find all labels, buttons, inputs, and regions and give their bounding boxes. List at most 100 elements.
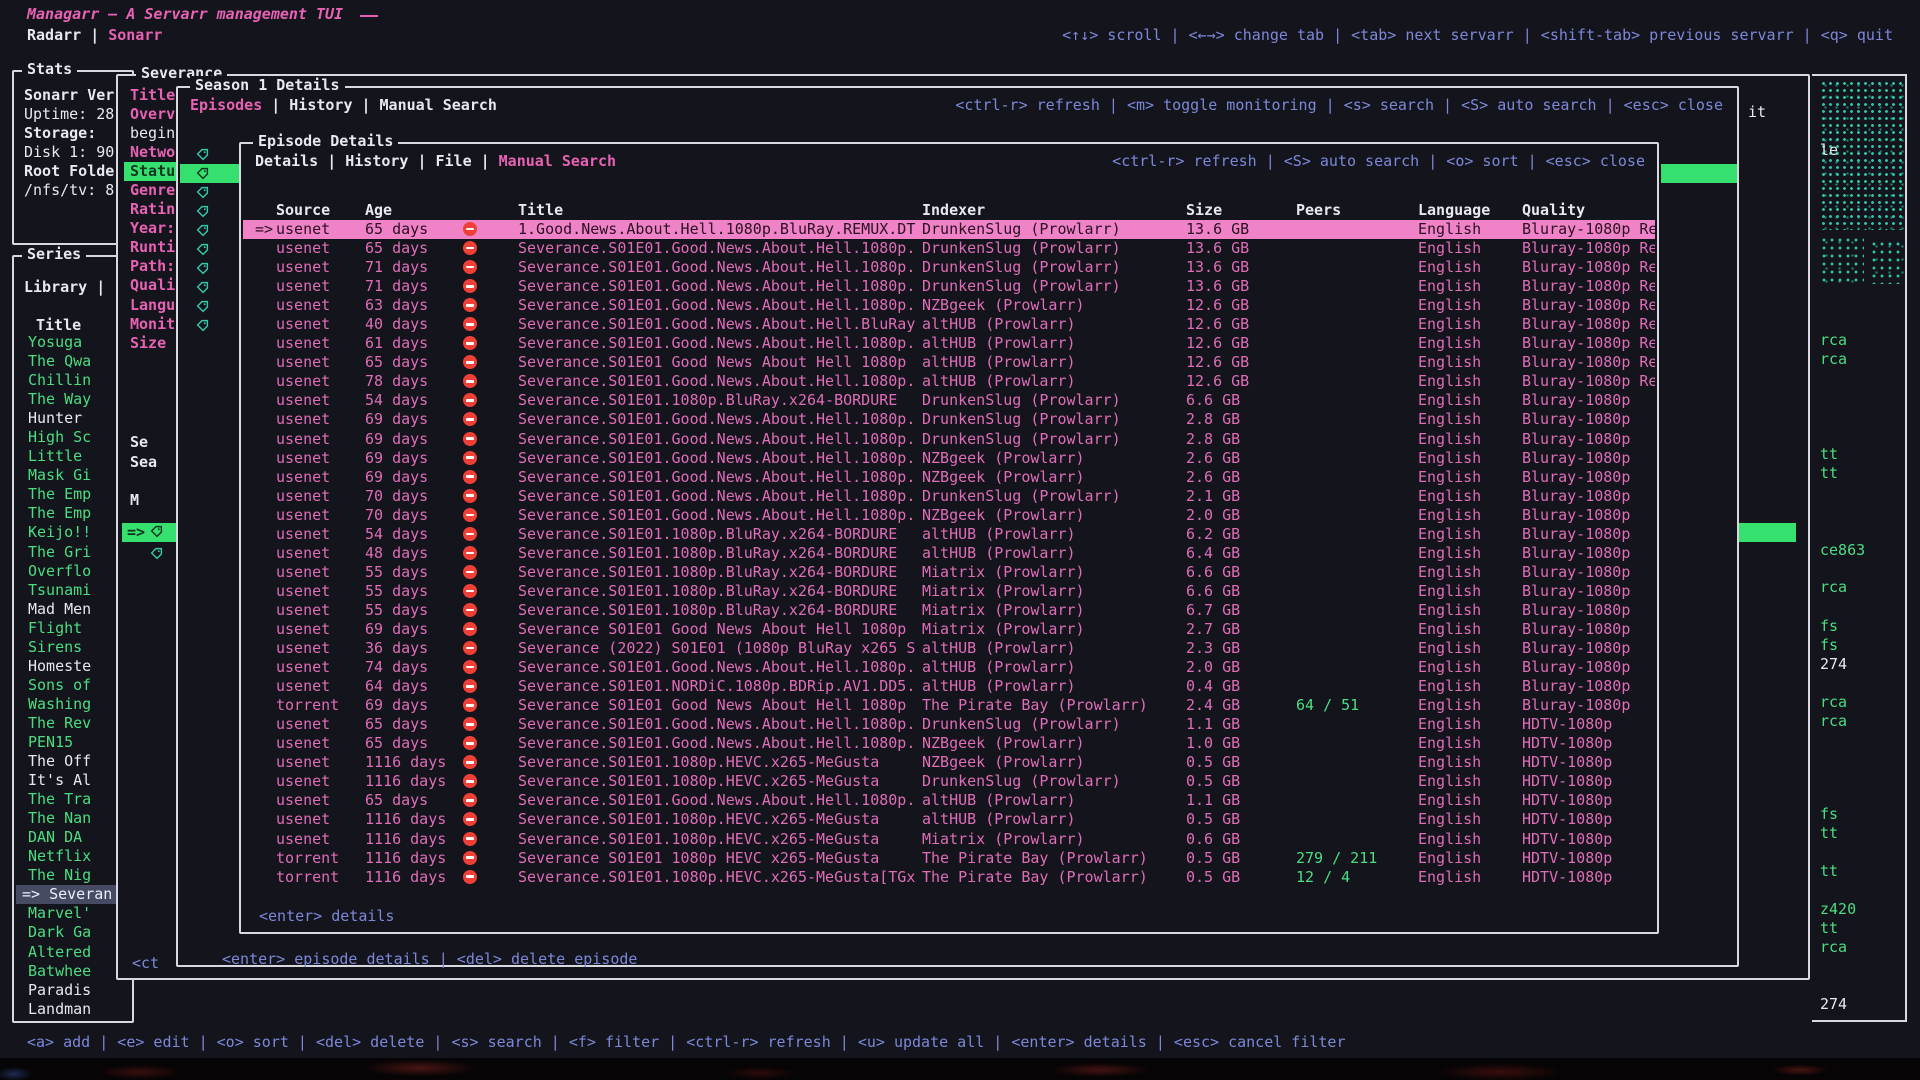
series-list-item[interactable]: Flight bbox=[16, 619, 130, 638]
series-list-item[interactable]: It's Al bbox=[16, 771, 130, 790]
series-list-item[interactable]: Marvel' bbox=[16, 904, 130, 923]
series-list-item[interactable]: The Nig bbox=[16, 866, 130, 885]
series-list-item[interactable]: Batwhee bbox=[16, 962, 130, 981]
series-list-item[interactable]: The Emp bbox=[16, 485, 130, 504]
episode-tab-file[interactable]: File bbox=[436, 152, 472, 171]
series-list-item[interactable]: DAN DA bbox=[16, 828, 130, 847]
season-tab-episodes[interactable]: Episodes bbox=[190, 96, 262, 115]
release-row[interactable]: usenet78 daysSeverance.S01E01.Good.News.… bbox=[243, 372, 1655, 391]
series-list-item[interactable]: The Nan bbox=[16, 809, 130, 828]
cell-size: 6.7 GB bbox=[1186, 601, 1296, 620]
episode-monitor-toggle-icon[interactable] bbox=[180, 316, 239, 335]
release-row[interactable]: usenet55 daysSeverance.S01E01.1080p.BluR… bbox=[243, 563, 1655, 582]
series-list-item[interactable]: Paradis bbox=[16, 981, 130, 1000]
episode-monitor-toggle-icon[interactable] bbox=[180, 240, 239, 259]
series-list-item[interactable]: Mask Gi bbox=[16, 466, 130, 485]
series-list-item[interactable]: Overflo bbox=[16, 562, 130, 581]
release-row[interactable]: usenet36 daysSeverance (2022) S01E01 (10… bbox=[243, 639, 1655, 658]
series-list-item[interactable]: Netflix bbox=[16, 847, 130, 866]
series-list-item[interactable]: The Rev bbox=[16, 714, 130, 733]
selected-season-row[interactable]: => bbox=[122, 523, 180, 542]
release-row[interactable]: usenet65 daysSeverance.S01E01.Good.News.… bbox=[243, 734, 1655, 753]
release-row[interactable]: usenet54 daysSeverance.S01E01.1080p.BluR… bbox=[243, 391, 1655, 410]
series-list-item[interactable]: The Off bbox=[16, 752, 130, 771]
series-list-item[interactable]: Altered bbox=[16, 943, 130, 962]
release-row[interactable]: usenet64 daysSeverance.S01E01.NORDiC.108… bbox=[243, 677, 1655, 696]
series-list-item[interactable]: Sons of bbox=[16, 676, 130, 695]
series-list-item[interactable]: The Tra bbox=[16, 790, 130, 809]
episode-monitor-toggle-icon[interactable] bbox=[180, 297, 239, 316]
series-list-item[interactable]: Sirens bbox=[16, 638, 130, 657]
episode-monitor-toggle-icon[interactable] bbox=[180, 164, 239, 183]
servarr-tab-radarr[interactable]: Radarr bbox=[27, 26, 81, 45]
release-row[interactable]: usenet71 daysSeverance.S01E01.Good.News.… bbox=[243, 277, 1655, 296]
episode-monitor-toggle-icon[interactable] bbox=[180, 278, 239, 297]
cell-source: usenet bbox=[276, 506, 365, 525]
series-list-item[interactable]: The Gri bbox=[16, 543, 130, 562]
release-row[interactable]: usenet71 daysSeverance.S01E01.Good.News.… bbox=[243, 258, 1655, 277]
episode-monitor-toggle-icon[interactable] bbox=[180, 259, 239, 278]
release-row[interactable]: =>usenet65 days1.Good.News.About.Hell.10… bbox=[243, 220, 1655, 239]
cell-title: Severance.S01E01.Good.News.About.Hell.10… bbox=[518, 487, 922, 506]
release-row[interactable]: usenet1116 daysSeverance.S01E01.1080p.HE… bbox=[243, 810, 1655, 829]
series-list-item[interactable]: Landman bbox=[16, 1000, 130, 1019]
cell-title: Severance.S01E01.1080p.HEVC.x265-MeGusta bbox=[518, 753, 922, 772]
season-tab-history[interactable]: History bbox=[289, 96, 352, 115]
release-row[interactable]: usenet65 daysSeverance.S01E01 Good News … bbox=[243, 353, 1655, 372]
release-row[interactable]: usenet1116 daysSeverance.S01E01.1080p.HE… bbox=[243, 830, 1655, 849]
season-tab-manual-search[interactable]: Manual Search bbox=[380, 96, 497, 115]
series-list-item[interactable]: Mad Men bbox=[16, 600, 130, 619]
release-row[interactable]: usenet74 daysSeverance.S01E01.Good.News.… bbox=[243, 658, 1655, 677]
series-list-item[interactable]: Little bbox=[16, 447, 130, 466]
release-row[interactable]: usenet1116 daysSeverance.S01E01.1080p.HE… bbox=[243, 753, 1655, 772]
release-row[interactable]: usenet63 daysSeverance.S01E01.Good.News.… bbox=[243, 296, 1655, 315]
series-list-item[interactable]: => Severan bbox=[16, 885, 130, 904]
series-list-item[interactable]: The Emp bbox=[16, 504, 130, 523]
release-row[interactable]: usenet65 daysSeverance.S01E01.Good.News.… bbox=[243, 239, 1655, 258]
release-row[interactable]: usenet69 daysSeverance.S01E01.Good.News.… bbox=[243, 430, 1655, 449]
release-row[interactable]: usenet69 daysSeverance.S01E01.Good.News.… bbox=[243, 449, 1655, 468]
episode-tab-manual-search[interactable]: Manual Search bbox=[499, 152, 616, 171]
release-row[interactable]: usenet55 daysSeverance.S01E01.1080p.BluR… bbox=[243, 601, 1655, 620]
series-list-item[interactable]: Keijo!! bbox=[16, 523, 130, 542]
episode-monitor-toggle-icon[interactable] bbox=[180, 202, 239, 221]
release-row[interactable]: usenet65 daysSeverance.S01E01.Good.News.… bbox=[243, 715, 1655, 734]
series-list-item[interactable]: Yosuga bbox=[16, 333, 130, 352]
episode-monitor-toggle-icon[interactable] bbox=[180, 221, 239, 240]
release-row[interactable]: usenet1116 daysSeverance.S01E01.1080p.HE… bbox=[243, 772, 1655, 791]
series-list-item[interactable]: The Qwa bbox=[16, 352, 130, 371]
release-row[interactable]: usenet70 daysSeverance.S01E01.Good.News.… bbox=[243, 487, 1655, 506]
seasons-tabs-fragment[interactable]: Sea bbox=[130, 453, 157, 472]
release-row[interactable]: usenet69 daysSeverance.S01E01.Good.News.… bbox=[243, 468, 1655, 487]
series-list-item[interactable]: Washing bbox=[16, 695, 130, 714]
series-list-item[interactable]: PEN15 bbox=[16, 733, 130, 752]
release-row[interactable]: torrent69 daysSeverance S01E01 Good News… bbox=[243, 696, 1655, 715]
series-list-item[interactable]: Tsunami bbox=[16, 581, 130, 600]
episode-tab-details[interactable]: Details bbox=[255, 152, 318, 171]
release-row[interactable]: usenet69 daysSeverance.S01E01.Good.News.… bbox=[243, 410, 1655, 429]
release-column-header: Indexer bbox=[922, 201, 1186, 220]
episode-monitor-toggle-icon[interactable] bbox=[180, 145, 239, 164]
series-tabs-fragment[interactable]: Library | bbox=[24, 278, 105, 297]
series-list-item[interactable]: The Way bbox=[16, 390, 130, 409]
series-detail-field-label[interactable]: Statu bbox=[124, 162, 182, 181]
cell-quality: Bluray-1080p bbox=[1522, 468, 1655, 487]
release-row[interactable]: usenet65 daysSeverance.S01E01.Good.News.… bbox=[243, 791, 1655, 810]
release-row[interactable]: torrent1116 daysSeverance S01E01 1080p H… bbox=[243, 849, 1655, 868]
series-list-item[interactable]: Homeste bbox=[16, 657, 130, 676]
series-list-item[interactable]: Dark Ga bbox=[16, 923, 130, 942]
series-list-item[interactable]: Chillin bbox=[16, 371, 130, 390]
release-row[interactable]: usenet70 daysSeverance.S01E01.Good.News.… bbox=[243, 506, 1655, 525]
release-row[interactable]: usenet55 daysSeverance.S01E01.1080p.BluR… bbox=[243, 582, 1655, 601]
release-row[interactable]: usenet48 daysSeverance.S01E01.1080p.BluR… bbox=[243, 544, 1655, 563]
release-row[interactable]: usenet69 daysSeverance S01E01 Good News … bbox=[243, 620, 1655, 639]
release-row[interactable]: usenet40 daysSeverance.S01E01.Good.News.… bbox=[243, 315, 1655, 334]
series-list-item[interactable]: Hunter bbox=[16, 409, 130, 428]
release-row[interactable]: usenet54 daysSeverance.S01E01.1080p.BluR… bbox=[243, 525, 1655, 544]
release-row[interactable]: torrent1116 daysSeverance.S01E01.1080p.H… bbox=[243, 868, 1655, 887]
episode-tab-history[interactable]: History bbox=[345, 152, 408, 171]
servarr-tab-sonarr[interactable]: Sonarr bbox=[108, 26, 162, 45]
release-row[interactable]: usenet61 daysSeverance.S01E01.Good.News.… bbox=[243, 334, 1655, 353]
series-list-item[interactable]: High Sc bbox=[16, 428, 130, 447]
episode-monitor-toggle-icon[interactable] bbox=[180, 183, 239, 202]
